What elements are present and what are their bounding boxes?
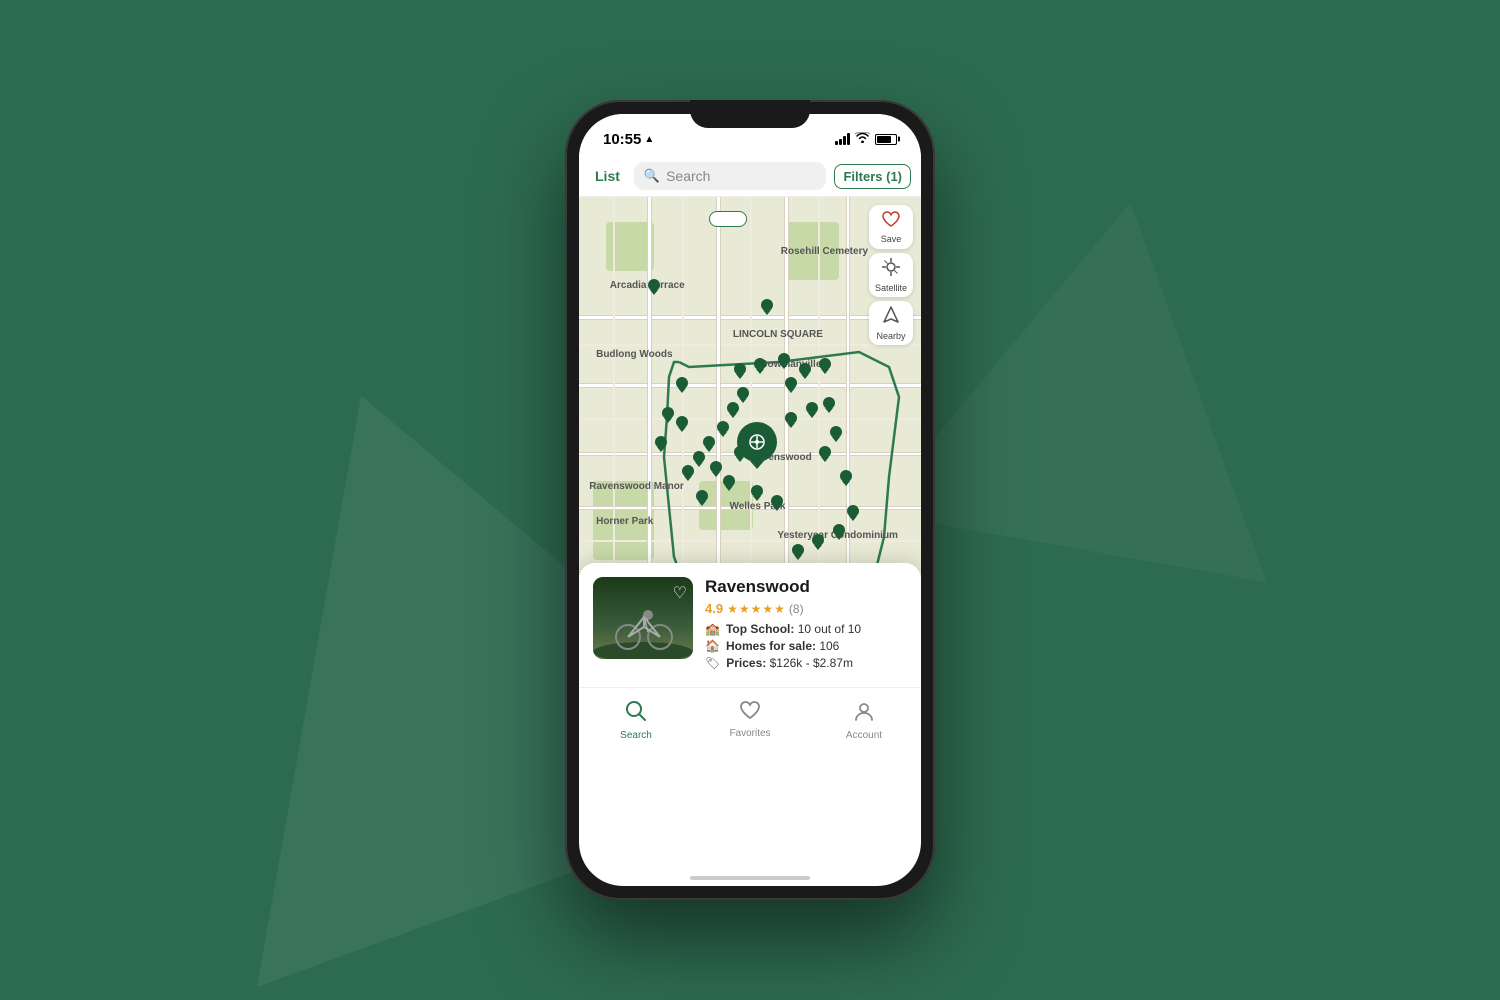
- property-pin[interactable]: [682, 465, 694, 477]
- rating-number: 4.9: [705, 601, 723, 616]
- status-time: 10:55 ▲: [603, 131, 654, 148]
- property-pin[interactable]: [662, 407, 674, 419]
- satellite-button[interactable]: Satellite: [869, 253, 913, 297]
- card-homes-detail: 🏠 Homes for sale: 106: [705, 639, 907, 653]
- park-area-horner: [593, 481, 655, 559]
- wifi-icon: [855, 132, 870, 146]
- home-indicator: [690, 876, 810, 880]
- account-nav-label: Account: [846, 730, 882, 741]
- bottom-nav: Search Favorites Account: [579, 687, 921, 761]
- property-pin[interactable]: [761, 299, 773, 311]
- park-area-rosehill: [784, 222, 839, 281]
- nav-item-account[interactable]: Account: [807, 696, 921, 745]
- property-pin[interactable]: [737, 387, 749, 399]
- property-pin[interactable]: [819, 358, 831, 370]
- property-pin[interactable]: [655, 436, 667, 448]
- account-nav-icon: [853, 700, 875, 728]
- nav-item-search[interactable]: Search: [579, 696, 693, 745]
- search-input[interactable]: Search: [666, 168, 710, 184]
- property-pin[interactable]: [778, 353, 790, 365]
- ravenswood-center-pin[interactable]: [737, 422, 777, 462]
- search-input-wrap[interactable]: 🔍 Search: [634, 162, 827, 190]
- property-pin[interactable]: [693, 451, 705, 463]
- card-rating: 4.9 ★ ★ ★ ★ ★ (8): [705, 601, 907, 616]
- status-icons: [835, 132, 897, 146]
- time-display: 10:55: [603, 131, 641, 148]
- school-text: Top School: 10 out of 10: [726, 622, 861, 636]
- phone-notch: [690, 100, 810, 128]
- map-area[interactable]: Arcadia Terrace Budlong Woods Bowmanvill…: [579, 197, 921, 687]
- property-pin[interactable]: [723, 475, 735, 487]
- location-arrow-icon: ▲: [644, 134, 654, 145]
- rating-count: (8): [789, 602, 804, 616]
- property-pin[interactable]: [847, 505, 859, 517]
- property-pin[interactable]: [823, 397, 835, 409]
- homes-text: Homes for sale: 106: [726, 639, 839, 653]
- property-pin[interactable]: [771, 495, 783, 507]
- card-heart-icon[interactable]: ♡: [673, 583, 687, 603]
- property-pin[interactable]: [792, 544, 804, 556]
- search-bar: List 🔍 Search Filters (1): [579, 156, 921, 197]
- nearby-label: Nearby: [876, 331, 905, 341]
- property-pin[interactable]: [754, 358, 766, 370]
- battery-icon: [875, 134, 897, 145]
- save-button[interactable]: Save: [869, 205, 913, 249]
- heart-icon: [882, 211, 900, 232]
- card-school-detail: 🏫 Top School: 10 out of 10: [705, 622, 907, 636]
- save-label: Save: [881, 234, 902, 244]
- property-pin[interactable]: [806, 402, 818, 414]
- satellite-label: Satellite: [875, 283, 907, 293]
- nearby-button[interactable]: Nearby: [869, 301, 913, 345]
- card-image: ♡: [593, 577, 693, 659]
- screen: 10:55 ▲: [579, 114, 921, 886]
- neighborhood-card[interactable]: ♡ Ravenswood 4.9 ★ ★ ★ ★ ★ (8): [579, 563, 921, 687]
- phone-shell: 10:55 ▲: [565, 100, 935, 900]
- remove-boundary-button[interactable]: [709, 211, 747, 227]
- card-content: Ravenswood 4.9 ★ ★ ★ ★ ★ (8) 🏫: [705, 577, 907, 673]
- price-icon: 🏷: [705, 656, 720, 670]
- property-pin[interactable]: [696, 490, 708, 502]
- list-button[interactable]: List: [589, 164, 626, 188]
- property-pin[interactable]: [799, 363, 811, 375]
- property-pin[interactable]: [833, 524, 845, 536]
- card-prices-detail: 🏷 Prices: $126k - $2.87m: [705, 656, 907, 670]
- property-pin[interactable]: [676, 377, 688, 389]
- card-title: Ravenswood: [705, 577, 907, 597]
- map-controls: Save Satellite: [869, 205, 913, 345]
- satellite-icon: [882, 258, 900, 281]
- property-pin[interactable]: [703, 436, 715, 448]
- property-pin[interactable]: [648, 279, 660, 291]
- star-rating: ★ ★ ★ ★ ★: [727, 602, 785, 616]
- property-pin[interactable]: [785, 377, 797, 389]
- school-icon: 🏫: [705, 622, 720, 636]
- property-pin[interactable]: [785, 412, 797, 424]
- property-pin[interactable]: [710, 461, 722, 473]
- property-pin[interactable]: [819, 446, 831, 458]
- search-nav-label: Search: [620, 730, 652, 741]
- homes-icon: 🏠: [705, 639, 720, 653]
- search-glass-icon: 🔍: [644, 168, 660, 184]
- property-pin[interactable]: [727, 402, 739, 414]
- property-pin[interactable]: [830, 426, 842, 438]
- property-pin[interactable]: [676, 416, 688, 428]
- filters-button[interactable]: Filters (1): [834, 164, 911, 189]
- prices-text: Prices: $126k - $2.87m: [726, 656, 853, 670]
- signal-bars-icon: [835, 133, 850, 145]
- search-nav-icon: [625, 700, 647, 728]
- property-pin[interactable]: [751, 485, 763, 497]
- nav-item-favorites[interactable]: Favorites: [693, 696, 807, 745]
- nearby-icon: [883, 306, 899, 329]
- property-pin[interactable]: [734, 363, 746, 375]
- favorites-nav-label: Favorites: [729, 728, 770, 739]
- property-pin[interactable]: [717, 421, 729, 433]
- property-pin[interactable]: [812, 534, 824, 546]
- favorites-nav-icon: [739, 700, 761, 726]
- property-pin[interactable]: [840, 470, 852, 482]
